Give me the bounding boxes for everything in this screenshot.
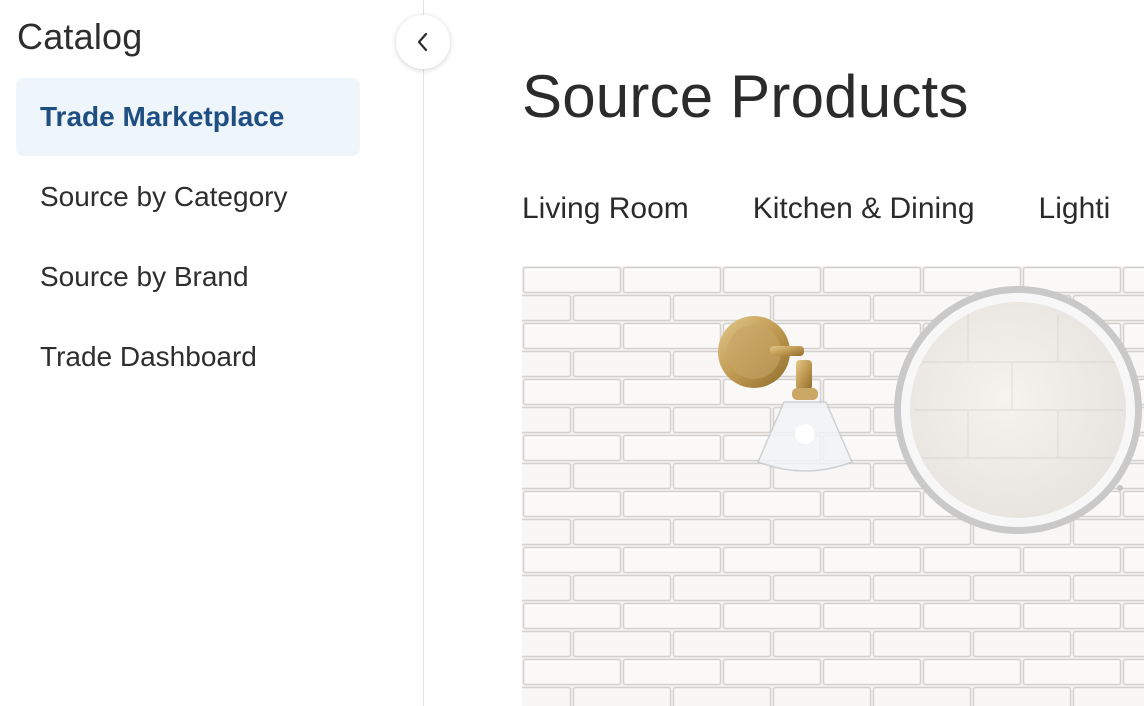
bathroom-wall-photo [522,266,1144,706]
sidebar-item-trade-dashboard[interactable]: Trade Dashboard [16,318,360,396]
tab-kitchen-dining[interactable]: Kitchen & Dining [753,192,975,226]
category-tabs: Living Room Kitchen & Dining Lighti [522,192,1144,226]
sidebar-item-source-by-category[interactable]: Source by Category [16,158,360,236]
page-title: Source Products [522,63,969,130]
main-content: Source Products Living Room Kitchen & Di… [426,0,1144,706]
tab-living-room[interactable]: Living Room [522,192,689,226]
sidebar: Catalog Trade Marketplace Source by Cate… [0,0,424,706]
sidebar-nav: Trade Marketplace Source by Category Sou… [16,78,360,398]
chevron-left-icon [417,32,428,52]
tab-lighting[interactable]: Lighti [1039,192,1111,226]
sidebar-item-source-by-brand[interactable]: Source by Brand [16,238,360,316]
hero-image[interactable] [522,266,1144,706]
sidebar-item-trade-marketplace[interactable]: Trade Marketplace [16,78,360,156]
sidebar-title: Catalog [17,16,143,57]
collapse-sidebar-button[interactable] [396,15,450,69]
